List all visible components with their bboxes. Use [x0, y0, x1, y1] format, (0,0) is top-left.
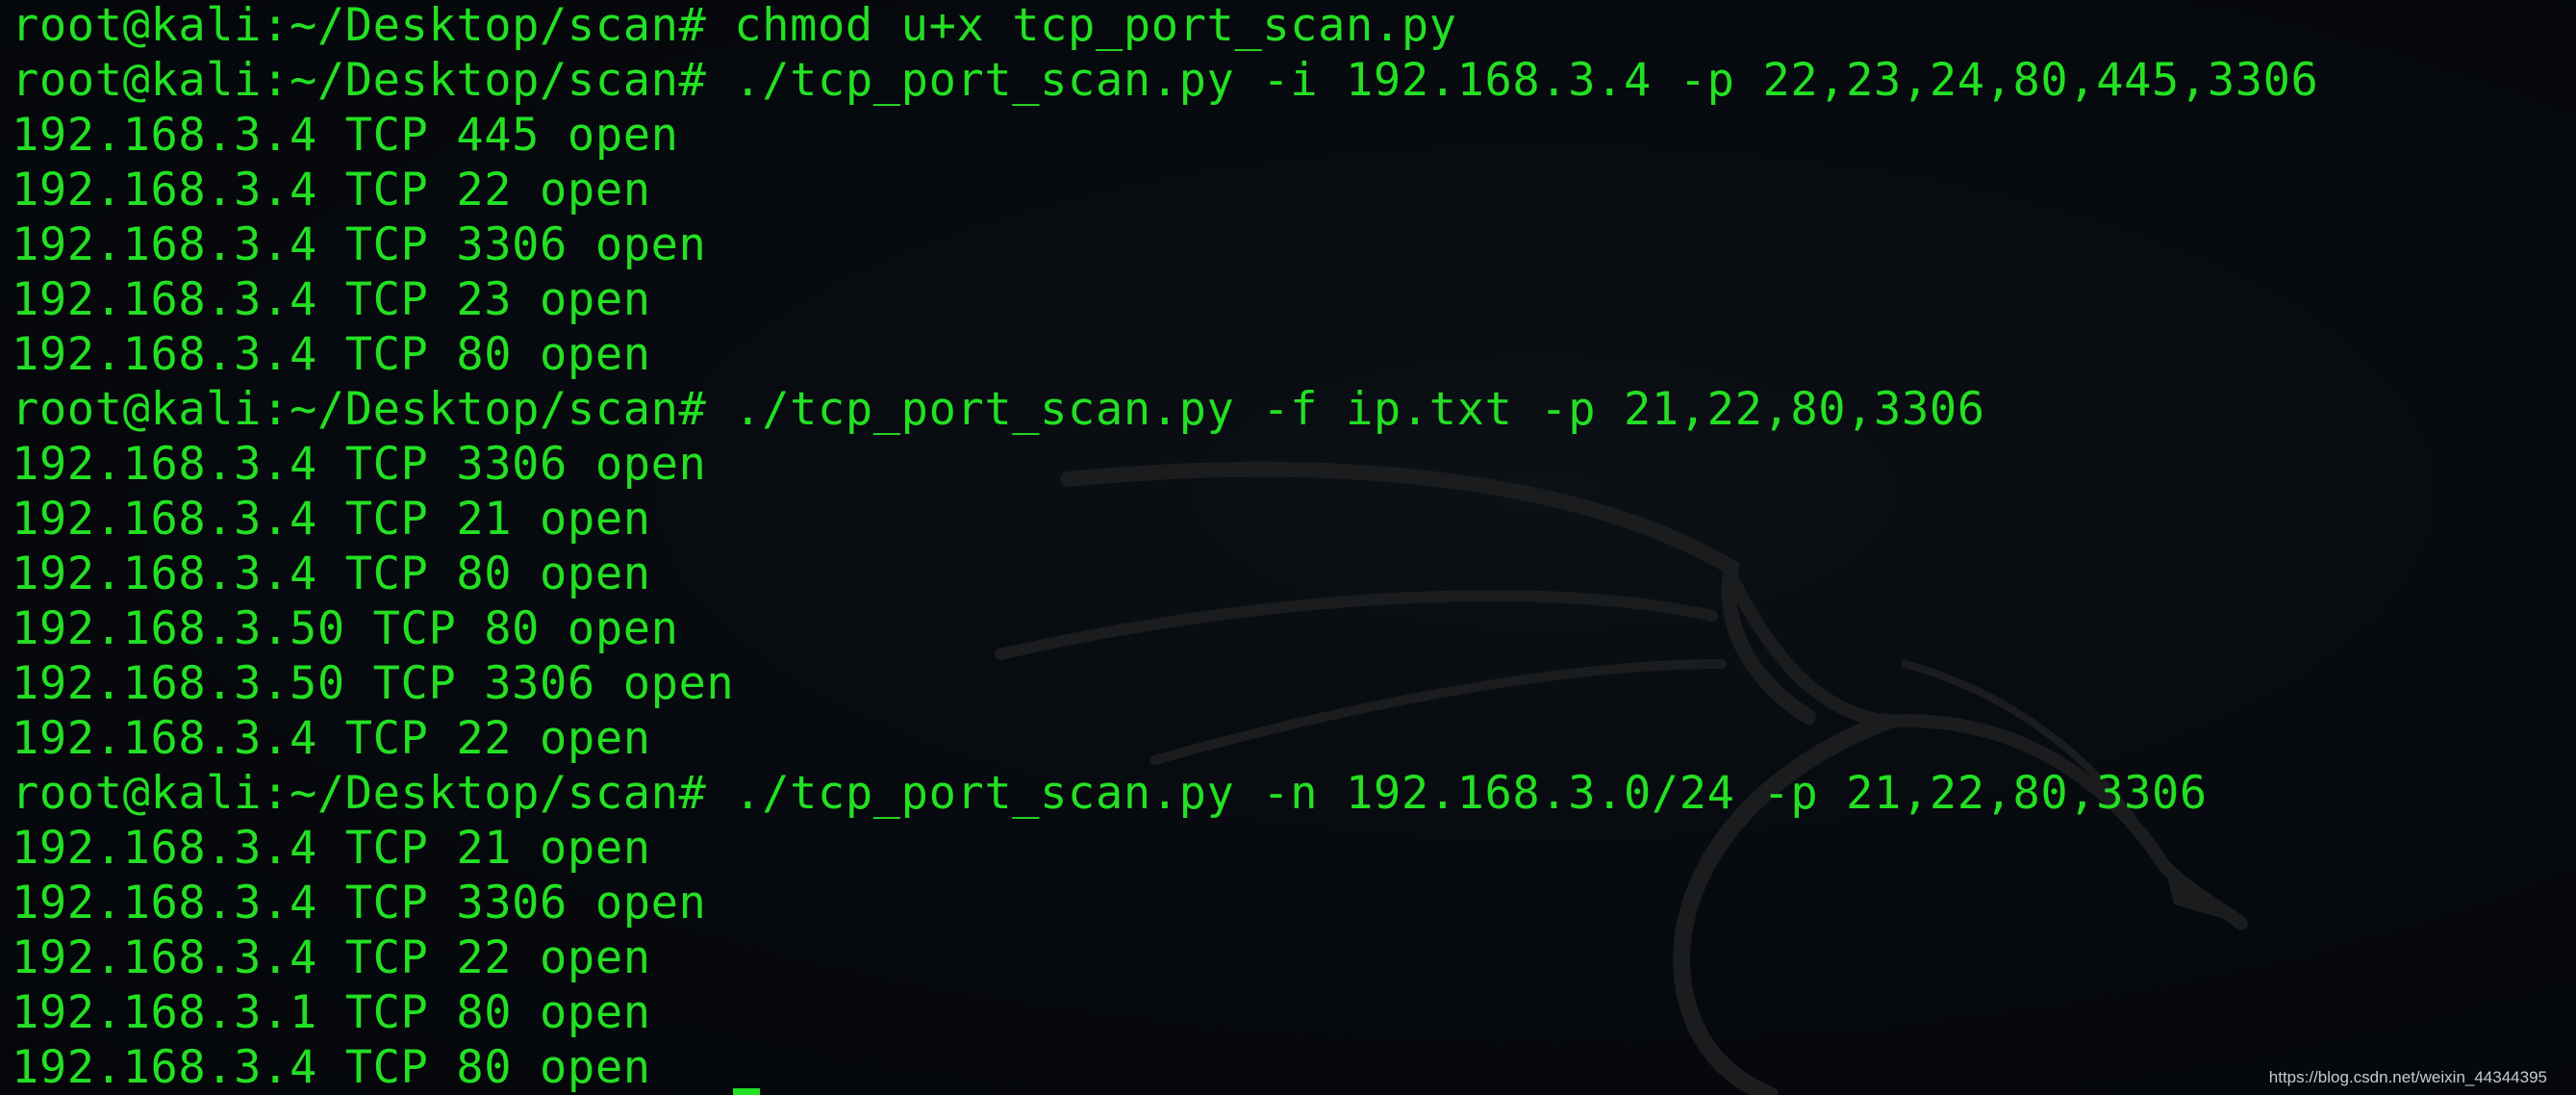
- output-line: 192.168.3.4 TCP 445 open: [12, 109, 679, 162]
- output-line: 192.168.3.4 TCP 22 open: [12, 931, 651, 984]
- output-line: 192.168.3.4 TCP 80 open: [12, 328, 651, 381]
- output-line: 192.168.3.4 TCP 3306 open: [12, 218, 707, 271]
- output-line: 192.168.3.4 TCP 3306 open: [12, 438, 707, 491]
- output-line: 192.168.3.4 TCP 21 open: [12, 822, 651, 875]
- output-line: 192.168.3.1 TCP 80 open: [12, 986, 651, 1039]
- output-line: 192.168.3.4 TCP 23 open: [12, 273, 651, 326]
- output-line: 192.168.3.4 TCP 22 open: [12, 712, 651, 765]
- prompt-line: root@kali:~/Desktop/scan# chmod u+x tcp_…: [12, 0, 1457, 52]
- terminal-output: root@kali:~/Desktop/scan# chmod u+x tcp_…: [12, 0, 2318, 1095]
- prompt-line: root@kali:~/Desktop/scan# ./tcp_port_sca…: [12, 54, 2319, 107]
- terminal-window[interactable]: root@kali:~/Desktop/scan# chmod u+x tcp_…: [0, 0, 2576, 1095]
- watermark-text: https://blog.csdn.net/weixin_44344395: [2268, 1068, 2547, 1086]
- prompt-line: root@kali:~/Desktop/scan# ./tcp_port_sca…: [12, 767, 2208, 820]
- terminal-cursor: [733, 1088, 760, 1095]
- prompt-line: root@kali:~/Desktop/scan# ./tcp_port_sca…: [12, 383, 1985, 436]
- output-line: 192.168.3.50 TCP 80 open: [12, 602, 679, 655]
- output-line: 192.168.3.50 TCP 3306 open: [12, 657, 735, 710]
- output-line: 192.168.3.4 TCP 80 open: [12, 1041, 651, 1094]
- output-line: 192.168.3.4 TCP 3306 open: [12, 877, 707, 929]
- output-line: 192.168.3.4 TCP 80 open: [12, 548, 651, 600]
- output-line: 192.168.3.4 TCP 21 open: [12, 493, 651, 546]
- output-line: 192.168.3.4 TCP 22 open: [12, 164, 651, 216]
